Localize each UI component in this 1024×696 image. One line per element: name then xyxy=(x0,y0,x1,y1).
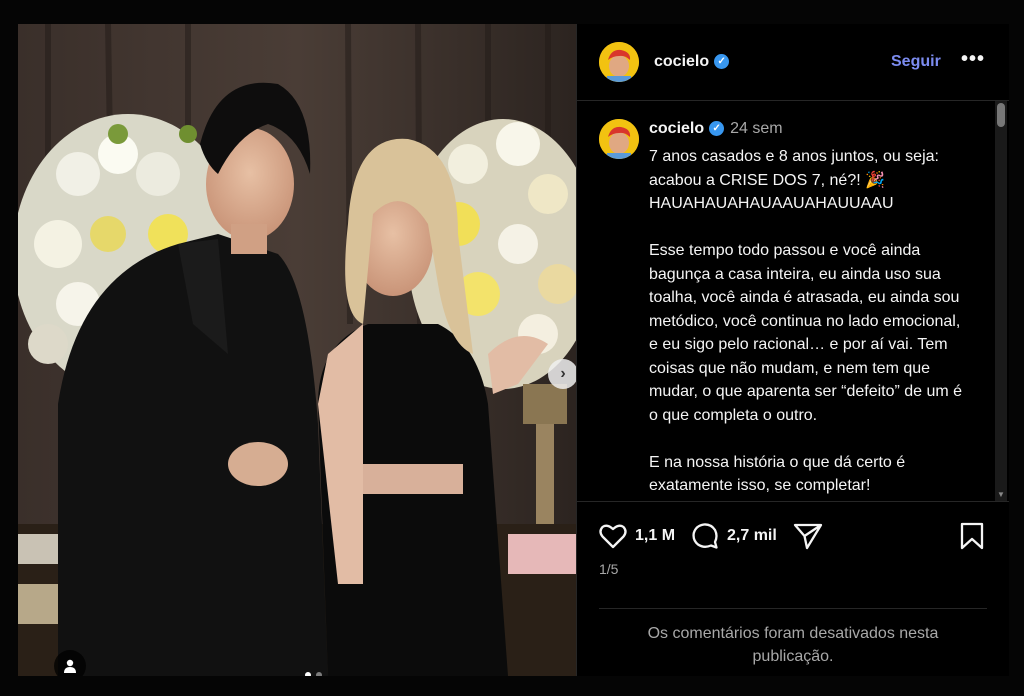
comment-bubble-icon[interactable] xyxy=(691,522,719,550)
scrollbar-thumb[interactable] xyxy=(997,103,1005,127)
carousel-dot xyxy=(316,672,322,676)
heart-icon[interactable] xyxy=(599,523,627,549)
caption-scrollbar[interactable]: ▼ xyxy=(995,101,1007,501)
caption-header: cocielo ✓ 24 sem xyxy=(649,120,783,138)
user-tag-icon xyxy=(64,659,76,673)
tagged-users-button[interactable] xyxy=(54,650,86,676)
verified-badge-icon: ✓ xyxy=(714,54,730,70)
carousel-dot xyxy=(305,672,311,676)
next-photo-button[interactable]: › xyxy=(548,359,576,389)
post-photo[interactable]: › xyxy=(18,24,576,676)
scroll-down-arrow-icon[interactable]: ▼ xyxy=(997,490,1005,499)
photo-image xyxy=(18,24,576,676)
avatar-image xyxy=(599,119,639,159)
caption-section: cocielo ✓ 24 sem 7 anos casados e 8 anos j… xyxy=(577,101,1009,501)
bookmark-icon[interactable] xyxy=(959,522,985,550)
username-text: cocielo xyxy=(654,53,710,70)
like-group: 1,1 M xyxy=(599,523,675,549)
caption-avatar[interactable] xyxy=(599,119,639,159)
follow-button[interactable]: Seguir xyxy=(891,53,941,71)
caption-username[interactable]: cocielo xyxy=(649,120,704,137)
post-side-panel: cocielo ✓ Seguir ••• cocielo ✓ 24 sem 7 ano… xyxy=(576,24,1009,676)
post-header: cocielo ✓ Seguir ••• xyxy=(577,24,1009,101)
caption-text: 7 anos casados e 8 anos juntos, ou seja:… xyxy=(649,145,969,501)
carousel-counter: 1/5 xyxy=(599,561,619,577)
paper-plane-icon[interactable] xyxy=(793,522,823,550)
chevron-right-icon: › xyxy=(560,365,566,382)
caption-paragraph: Esse tempo todo passou e você ainda bagu… xyxy=(649,242,963,424)
likes-count[interactable]: 1,1 M xyxy=(635,527,675,545)
avatar-image xyxy=(599,42,639,82)
username[interactable]: cocielo ✓ xyxy=(654,53,730,71)
caption-paragraph: 7 anos casados e 8 anos juntos, ou seja:… xyxy=(649,148,939,212)
verified-badge-icon: ✓ xyxy=(709,121,725,137)
post-actions: 1,1 M 2,7 mil 1/5 Os comentários foram d… xyxy=(577,501,1009,672)
avatar[interactable] xyxy=(599,42,639,82)
comments-count[interactable]: 2,7 mil xyxy=(727,527,777,545)
more-options-icon[interactable]: ••• xyxy=(961,48,985,71)
carousel-indicator xyxy=(305,672,322,676)
caption-paragraph: E na nossa história o que dá certo é exa… xyxy=(649,453,906,495)
comment-group: 2,7 mil xyxy=(691,522,777,550)
divider xyxy=(599,608,987,609)
comments-disabled-notice: Os comentários foram desativados nesta p… xyxy=(647,625,939,665)
post-time[interactable]: 24 sem xyxy=(730,120,782,137)
action-row: 1,1 M 2,7 mil xyxy=(599,522,831,550)
